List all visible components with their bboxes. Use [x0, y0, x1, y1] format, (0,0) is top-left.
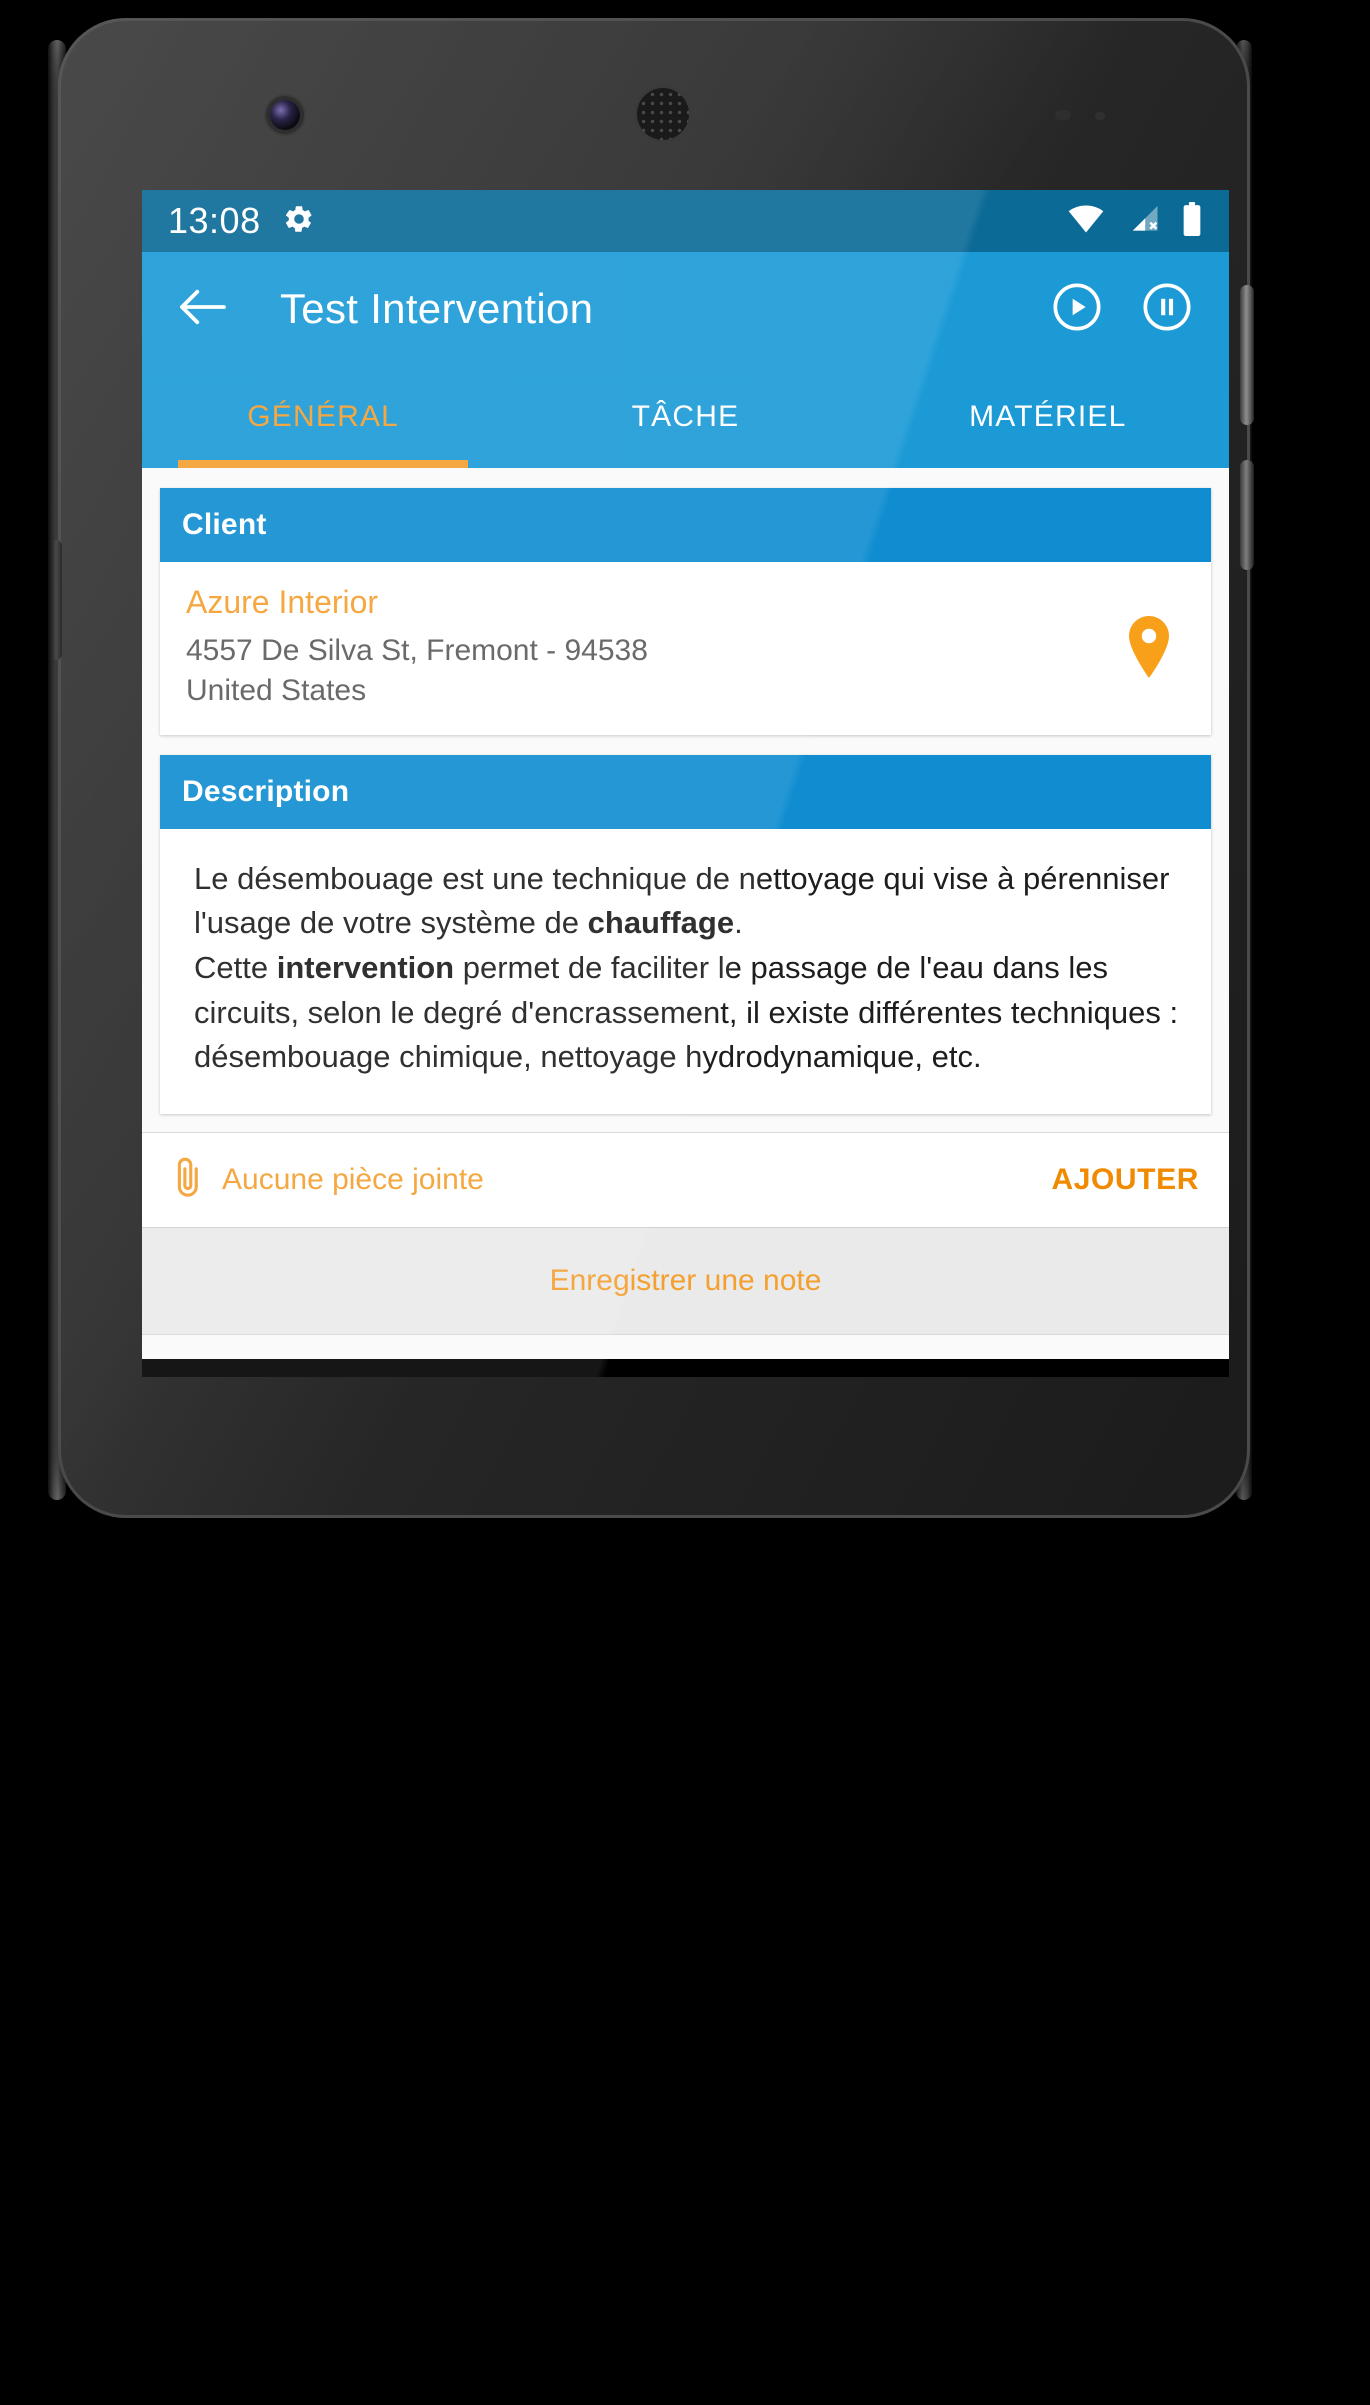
client-address-line-1: 4557 De Silva St, Fremont - 94538 — [186, 634, 648, 667]
volume-button[interactable] — [1240, 460, 1254, 570]
client-card-body[interactable]: Azure Interior 4557 De Silva St, Fremont… — [160, 562, 1211, 735]
record-note-row[interactable]: Enregistrer une note — [142, 1227, 1229, 1335]
android-navigation-bar — [142, 1359, 1229, 1377]
client-card: Client Azure Interior 4557 De Silva St, … — [160, 488, 1211, 735]
battery-full-icon — [1181, 201, 1203, 241]
description-bold-intervention: intervention — [276, 950, 455, 986]
app-bar-actions — [1051, 281, 1193, 338]
tab-bar: GÉNÉRAL TÂCHE MATÉRIEL — [142, 366, 1229, 468]
client-card-header: Client — [160, 488, 1211, 562]
client-address-line-2: United States — [186, 673, 367, 707]
description-card: Description Le désembouage est une techn… — [160, 754, 1211, 1114]
attachment-row: Aucune pièce jointe AJOUTER — [142, 1131, 1229, 1228]
power-button[interactable] — [1240, 285, 1254, 425]
description-bold-chauffage: chauffage — [587, 905, 735, 941]
play-circle-icon[interactable] — [1051, 281, 1103, 338]
gear-icon — [283, 203, 315, 240]
tab-tache[interactable]: TÂCHE — [504, 366, 866, 468]
description-paragraph-2-part-1: Cette — [194, 950, 277, 986]
description-card-body: Le désembouage est une technique de nett… — [160, 829, 1211, 1114]
add-attachment-button[interactable]: AJOUTER — [1051, 1163, 1199, 1197]
tab-general[interactable]: GÉNÉRAL — [142, 366, 504, 468]
client-name[interactable]: Azure Interior — [186, 584, 1127, 621]
wifi-icon — [1067, 204, 1105, 239]
light-sensor — [1095, 112, 1105, 120]
status-clock: 13:08 — [168, 200, 261, 241]
tab-content-general: Client Azure Interior 4557 De Silva St, … — [142, 468, 1229, 1359]
description-card-header: Description — [160, 754, 1211, 829]
status-icons — [1067, 201, 1203, 241]
page-title: Test Intervention — [280, 285, 594, 332]
left-side-button[interactable] — [50, 540, 62, 660]
earpiece-speaker — [637, 88, 689, 140]
attachment-empty-label: Aucune pièce jointe — [222, 1162, 484, 1196]
front-camera — [270, 100, 300, 130]
tab-materiel[interactable]: MATÉRIEL — [867, 366, 1229, 468]
app-bar: Test Intervention — [142, 252, 1229, 366]
proximity-sensor — [1055, 110, 1071, 120]
cellular-no-sim-icon — [1125, 203, 1161, 240]
pause-circle-icon[interactable] — [1141, 281, 1193, 338]
description-paragraph-1-part-2: . — [734, 905, 743, 941]
status-bar: 13:08 — [142, 190, 1229, 252]
paperclip-icon[interactable] — [172, 1155, 204, 1204]
back-arrow-icon[interactable] — [178, 286, 228, 333]
phone-screen: 13:08 Test Intervention GÉNÉRAL TÂCHE MA… — [142, 190, 1229, 1377]
content-filler — [142, 1334, 1229, 1359]
screenshot-scene: 13:08 Test Intervention GÉNÉRAL TÂCHE MA… — [0, 0, 1370, 2405]
record-note-label[interactable]: Enregistrer une note — [550, 1264, 822, 1298]
map-pin-icon[interactable] — [1127, 616, 1171, 679]
